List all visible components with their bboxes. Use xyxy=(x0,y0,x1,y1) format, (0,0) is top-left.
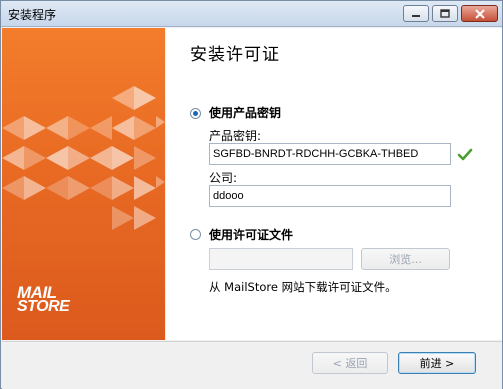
license-download-hint: 从 MailStore 网站下载许可证文件。 xyxy=(209,280,397,294)
page-title: 安装许可证 xyxy=(190,45,280,65)
company-input[interactable]: ddooo xyxy=(209,185,451,207)
company-label: 公司: xyxy=(209,171,238,185)
triangle-pattern xyxy=(2,86,165,230)
maximize-icon xyxy=(440,9,450,18)
title-bar[interactable]: 安装程序 xyxy=(1,1,502,27)
main-content: 安装许可证 使用产品密钥 产品密钥: SGFBD-BNRDT-RDCHH-GCB… xyxy=(166,28,502,340)
footer-bar: < 返回 前进 > xyxy=(2,341,502,389)
minimize-button[interactable] xyxy=(403,5,429,22)
license-file-radio[interactable] xyxy=(190,229,201,240)
installer-window: 安装程序 MAIL STORE 安装许可证 使用产品密钥 产品密钥: SGFBD… xyxy=(0,0,503,389)
maximize-button[interactable] xyxy=(432,5,458,22)
license-file-path-input[interactable] xyxy=(209,248,353,270)
back-button[interactable]: < 返回 xyxy=(312,352,388,374)
license-file-radio-label[interactable]: 使用许可证文件 xyxy=(209,226,293,243)
product-key-radio[interactable] xyxy=(190,108,201,119)
mailstore-logo: MAIL STORE xyxy=(17,284,70,315)
next-button[interactable]: 前进 > xyxy=(398,352,476,374)
logo-line-2: STORE xyxy=(17,298,70,315)
browse-button[interactable]: 浏览... xyxy=(361,248,450,270)
product-key-radio-label[interactable]: 使用产品密钥 xyxy=(209,104,281,121)
close-icon xyxy=(474,8,485,19)
close-button[interactable] xyxy=(461,5,498,22)
brand-sidebar: MAIL STORE xyxy=(2,28,165,340)
valid-check-icon xyxy=(457,148,473,161)
window-title: 安装程序 xyxy=(8,8,57,22)
product-key-input[interactable]: SGFBD-BNRDT-RDCHH-GCBKA-THBED xyxy=(209,143,451,165)
minimize-icon xyxy=(412,14,420,17)
product-key-label: 产品密钥: xyxy=(209,129,262,143)
